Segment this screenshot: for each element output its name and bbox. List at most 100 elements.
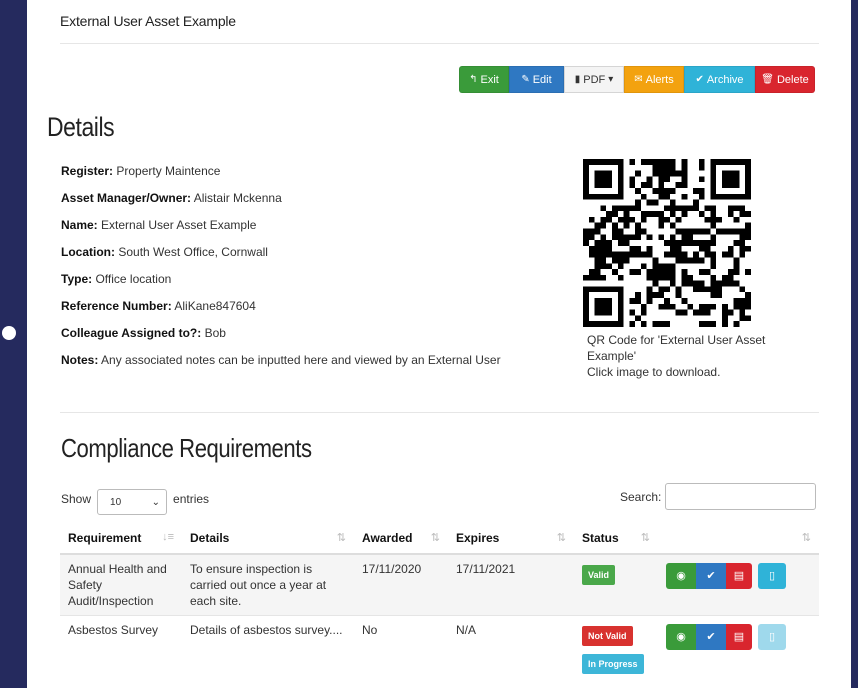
cell-details: Details of asbestos survey.... <box>182 615 354 680</box>
field-reference-number: Reference Number: AliKane847604 <box>61 297 561 324</box>
trash-icon: 🗑 <box>761 74 774 85</box>
search-control: Search: <box>620 483 817 510</box>
section-divider <box>60 412 819 413</box>
field-notes: Notes: Any associated notes can be input… <box>61 351 561 378</box>
background-dot <box>2 326 16 340</box>
action-toolbar: ↰ Exit ✎ Edit ▮ PDF ▾ ✉ Alerts ✔ Archive… <box>459 66 815 93</box>
status-badge: In Progress <box>582 654 644 674</box>
field-label: Notes: <box>61 353 99 367</box>
check-circle-icon: ✔ <box>695 74 704 85</box>
qr-caption-hint: Click image to download. <box>587 365 721 379</box>
eye-icon: ◉ <box>676 631 686 643</box>
cell-status: Not Valid In Progress <box>574 615 658 680</box>
eye-icon: ◉ <box>676 570 686 582</box>
table-row: Asbestos Survey Details of asbestos surv… <box>60 615 819 680</box>
field-label: Asset Manager/Owner: <box>61 191 192 205</box>
delete-row-button[interactable]: ▤ <box>726 563 752 589</box>
exit-label: Exit <box>480 73 499 86</box>
status-badge: Not Valid <box>582 626 633 646</box>
table-row: Annual Health and Safety Audit/Inspectio… <box>60 553 819 616</box>
field-location: Location: South West Office, Cornwall <box>61 243 561 270</box>
col-header-status[interactable]: Status ⇅ <box>574 522 658 555</box>
cell-expires: 17/11/2021 <box>448 553 574 616</box>
field-label: Name: <box>61 218 98 232</box>
reply-arrow-icon: ↰ <box>469 74 478 85</box>
edit-button[interactable]: ✎ Edit <box>509 66 564 93</box>
main-panel: External User Asset Example ↰ Exit ✎ Edi… <box>27 0 851 688</box>
qr-code-image[interactable] <box>582 159 752 327</box>
details-heading: Details <box>47 112 115 142</box>
caret-down-icon: ▾ <box>608 74 614 85</box>
field-label: Colleague Assigned to?: <box>61 326 202 340</box>
cell-requirement: Asbestos Survey <box>60 615 182 680</box>
field-label: Register: <box>61 164 114 178</box>
sort-asc-icon: ↓≡ <box>162 530 174 543</box>
entries-label: entries <box>173 492 210 506</box>
entries-control: Show 10 ⌄ entries <box>61 483 209 515</box>
col-header-actions[interactable]: ⇅ <box>658 522 819 555</box>
qr-caption: QR Code for 'External User Asset Example… <box>587 332 817 380</box>
pencil-square-icon: ✎ <box>521 74 530 85</box>
complete-button[interactable]: ✔ <box>696 624 726 650</box>
cell-requirement: Annual Health and Safety Audit/Inspectio… <box>60 553 182 616</box>
archive-label: Archive <box>706 73 744 86</box>
document-button[interactable]: ▯ <box>758 624 786 650</box>
col-header-expires[interactable]: Expires ⇅ <box>448 522 574 555</box>
field-asset-manager: Asset Manager/Owner: Alistair Mckenna <box>61 189 561 216</box>
chevron-down-icon: ⌄ <box>151 496 161 508</box>
search-input[interactable] <box>665 483 817 510</box>
show-label: Show <box>61 492 92 506</box>
cell-awarded: 17/11/2020 <box>354 553 448 616</box>
edit-label: Edit <box>532 73 552 86</box>
qr-caption-title: QR Code for 'External User Asset Example… <box>587 333 766 363</box>
file-icon: ▯ <box>768 631 776 643</box>
sort-icon: ⇅ <box>336 531 346 544</box>
col-header-awarded[interactable]: Awarded ⇅ <box>354 522 448 555</box>
trash-icon: ▤ <box>733 570 745 582</box>
archive-button[interactable]: ✔ Archive <box>684 66 755 93</box>
check-icon: ✔ <box>706 570 716 582</box>
col-header-details[interactable]: Details ⇅ <box>182 522 354 555</box>
col-header-requirement[interactable]: Requirement ↓≡ <box>60 522 182 555</box>
file-icon: ▮ <box>574 74 581 85</box>
row-action-group: ◉ ✔ ▤ ▯ <box>666 624 811 650</box>
details-fields: Register: Property Maintence Asset Manag… <box>61 162 561 378</box>
field-type: Type: Office location <box>61 270 561 297</box>
status-badge: Valid <box>582 565 616 585</box>
entries-value: 10 <box>110 496 122 508</box>
view-button[interactable]: ◉ <box>666 563 696 589</box>
complete-button[interactable]: ✔ <box>696 563 726 589</box>
entries-select[interactable]: 10 ⌄ <box>97 489 168 515</box>
field-register: Register: Property Maintence <box>61 162 561 189</box>
field-value: External User Asset Example <box>101 218 257 232</box>
sort-icon: ⇅ <box>640 531 650 544</box>
cell-actions: ◉ ✔ ▤ ▯ <box>658 553 819 616</box>
field-label: Location: <box>61 245 115 259</box>
delete-button[interactable]: 🗑 Delete <box>755 66 815 93</box>
field-label: Type: <box>61 272 93 286</box>
document-button[interactable]: ▯ <box>758 563 786 589</box>
delete-row-button[interactable]: ▤ <box>726 624 752 650</box>
field-value: Office location <box>95 272 172 286</box>
pdf-dropdown-button[interactable]: ▮ PDF ▾ <box>564 66 624 93</box>
field-name: Name: External User Asset Example <box>61 216 561 243</box>
field-colleague: Colleague Assigned to?: Bob <box>61 324 561 351</box>
field-value: Bob <box>204 326 226 340</box>
envelope-icon: ✉ <box>634 74 643 85</box>
field-value: South West Office, Cornwall <box>118 245 268 259</box>
pdf-label: PDF <box>583 73 606 86</box>
exit-button[interactable]: ↰ Exit <box>459 66 509 93</box>
sort-icon: ⇅ <box>556 531 566 544</box>
field-value: Alistair Mckenna <box>193 191 282 205</box>
page-tab-title[interactable]: External User Asset Example <box>60 0 245 44</box>
compliance-heading: Compliance Requirements <box>61 433 312 463</box>
trash-icon: ▤ <box>733 631 745 643</box>
search-label: Search: <box>620 489 662 504</box>
header-divider <box>60 43 819 44</box>
field-label: Reference Number: <box>61 299 172 313</box>
sort-icon: ⇅ <box>801 532 811 544</box>
cell-expires: N/A <box>448 615 574 680</box>
compliance-table: Requirement ↓≡ Details ⇅ Awarded ⇅ Expires ⇅… <box>60 522 819 680</box>
alerts-button[interactable]: ✉ Alerts <box>624 66 684 93</box>
view-button[interactable]: ◉ <box>666 624 696 650</box>
